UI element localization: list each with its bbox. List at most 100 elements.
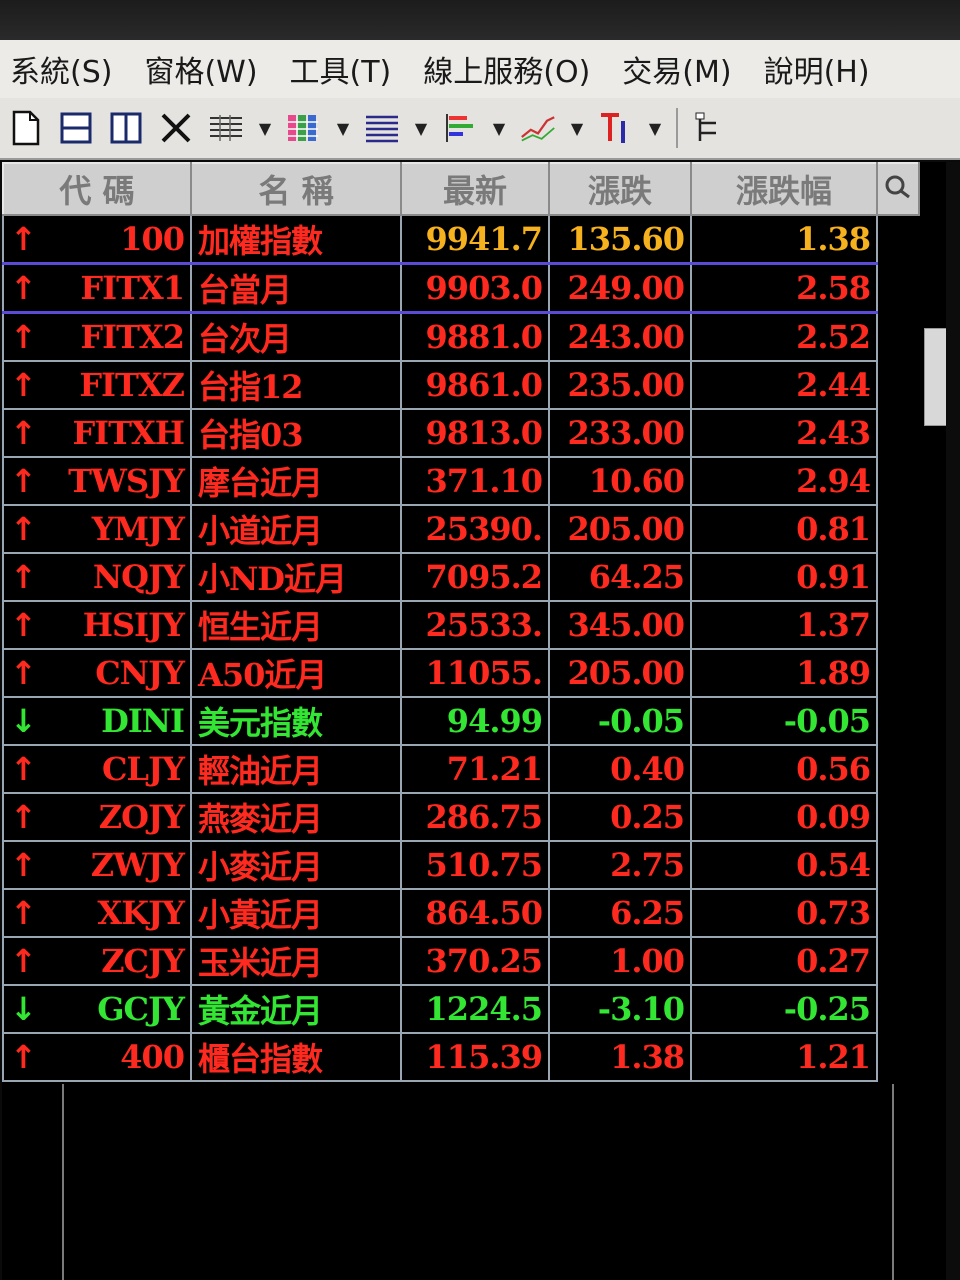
cell-code: ↓ GCJY — [2, 984, 192, 1034]
table-row[interactable]: ↑ ZOJY 燕麥近月 286.75 0.25 0.09 — [2, 792, 919, 842]
cell-change: 0.25 — [548, 792, 692, 842]
table-grid-icon[interactable] — [208, 108, 244, 148]
arrow-up-icon: ↑ — [10, 846, 37, 884]
table-row[interactable]: ↑ TWSJY 摩台近月 371.10 10.60 2.94 — [2, 456, 919, 506]
cell-pct: 1.37 — [690, 600, 878, 650]
cell-change: 235.00 — [548, 360, 692, 410]
bar-chart-icon[interactable] — [442, 108, 478, 148]
toolbar: ▼ ▼ ▼ ▼ ▼ ▼ — [0, 98, 960, 160]
cell-change: 205.00 — [548, 504, 692, 554]
cell-filler — [877, 505, 919, 553]
new-doc-icon[interactable] — [8, 108, 44, 148]
split-vertical-icon[interactable] — [108, 108, 144, 148]
table-row[interactable]: ↑ FITXH 台指03 9813.0 233.00 2.43 — [2, 408, 919, 458]
arrow-up-icon: ↑ — [10, 750, 37, 788]
right-panel-edge — [946, 162, 960, 1280]
close-x-icon[interactable] — [158, 108, 194, 148]
cell-pct: 0.54 — [690, 840, 878, 890]
menu-system[interactable]: 系統(S) — [0, 47, 134, 91]
header-change[interactable]: 漲跌 — [548, 162, 692, 216]
chevron-down-icon[interactable]: ▼ — [648, 108, 662, 148]
cell-name: 恒生近月 — [190, 600, 402, 650]
chevron-down-icon[interactable]: ▼ — [414, 108, 428, 148]
quote-table: 代 碼 名 稱 最新 漲跌 漲跌幅 ↑ 100 加權指數 9941.7 135.60 1.… — [2, 162, 920, 1082]
cell-code-text: CNJY — [95, 654, 185, 692]
cell-pct: 2.52 — [690, 311, 878, 362]
arrow-down-icon: ↓ — [10, 990, 37, 1028]
cell-code-text: GCJY — [97, 990, 185, 1028]
cell-last: 71.21 — [400, 744, 550, 794]
cell-code: ↑ 400 — [2, 1032, 192, 1082]
list-rows-icon[interactable] — [364, 108, 400, 148]
cell-code-text: HSIJY — [82, 606, 185, 644]
table-row[interactable]: ↑ HSIJY 恒生近月 25533. 345.00 1.37 — [2, 600, 919, 650]
header-pct[interactable]: 漲跌幅 — [690, 162, 878, 216]
cell-filler — [877, 889, 919, 937]
cell-name: 黃金近月 — [190, 984, 402, 1034]
cell-name: 台次月 — [190, 311, 402, 362]
chevron-down-icon[interactable]: ▼ — [258, 108, 272, 148]
header-name[interactable]: 名 稱 — [190, 162, 402, 216]
table-row[interactable]: ↑ 400 櫃台指數 115.39 1.38 1.21 — [2, 1032, 919, 1082]
table-row[interactable]: ↑ ZWJY 小麥近月 510.75 2.75 0.54 — [2, 840, 919, 890]
cell-code-text: 100 — [120, 220, 185, 258]
cell-code: ↑ CLJY — [2, 744, 192, 794]
cell-filler — [877, 553, 919, 601]
chevron-down-icon[interactable]: ▼ — [570, 108, 584, 148]
table-row[interactable]: ↑ XKJY 小黃近月 864.50 6.25 0.73 — [2, 888, 919, 938]
cell-last: 25390. — [400, 504, 550, 554]
cell-filler — [877, 745, 919, 793]
tree-icon[interactable] — [692, 108, 728, 148]
chevron-down-icon[interactable]: ▼ — [336, 108, 350, 148]
cell-code-text: XKJY — [97, 894, 185, 932]
menu-window[interactable]: 窗格(W) — [134, 47, 279, 91]
cell-last: 11055. — [400, 648, 550, 698]
cell-last: 9903.0 — [400, 262, 550, 314]
table-row[interactable]: ↓ GCJY 黃金近月 1224.5 -3.10 -0.25 — [2, 984, 919, 1034]
table-row[interactable]: ↑ 100 加權指數 9941.7 135.60 1.38 — [2, 214, 919, 265]
menu-trade[interactable]: 交易(M) — [612, 47, 753, 91]
table-row[interactable]: ↑ FITX1 台當月 9903.0 249.00 2.58 — [2, 262, 919, 314]
table-row[interactable]: ↑ CLJY 輕油近月 71.21 0.40 0.56 — [2, 744, 919, 794]
cell-change: 2.75 — [548, 840, 692, 890]
cell-filler — [877, 313, 919, 362]
arrow-up-icon: ↑ — [10, 269, 37, 307]
header-settings-button[interactable] — [876, 162, 920, 216]
cell-name: 小麥近月 — [190, 840, 402, 890]
cell-name: 台指03 — [190, 408, 402, 458]
cell-pct: 0.81 — [690, 504, 878, 554]
text-format-icon[interactable] — [598, 108, 634, 148]
table-row[interactable]: ↑ CNJY A50近月 11055. 205.00 1.89 — [2, 648, 919, 698]
cell-change: -3.10 — [548, 984, 692, 1034]
color-columns-icon[interactable] — [286, 108, 322, 148]
cell-change: 233.00 — [548, 408, 692, 458]
table-row[interactable]: ↑ ZCJY 玉米近月 370.25 1.00 0.27 — [2, 936, 919, 986]
cell-name: 台當月 — [190, 262, 402, 314]
cell-last: 9941.7 — [400, 214, 550, 265]
line-chart-icon[interactable] — [520, 108, 556, 148]
table-row[interactable]: ↑ YMJY 小道近月 25390. 205.00 0.81 — [2, 504, 919, 554]
vertical-scrollbar[interactable] — [924, 328, 948, 426]
header-last[interactable]: 最新 — [400, 162, 550, 216]
arrow-up-icon: ↑ — [10, 942, 37, 980]
cell-change: 205.00 — [548, 648, 692, 698]
split-horizontal-icon[interactable] — [58, 108, 94, 148]
menu-tools[interactable]: 工具(T) — [280, 47, 414, 91]
table-row[interactable]: ↑ FITX2 台次月 9881.0 243.00 2.52 — [2, 311, 919, 362]
menu-help[interactable]: 說明(H) — [754, 47, 892, 91]
table-row[interactable]: ↑ NQJY 小ND近月 7095.2 64.25 0.91 — [2, 552, 919, 602]
table-row[interactable]: ↑ FITXZ 台指12 9861.0 235.00 2.44 — [2, 360, 919, 410]
toolbar-separator — [676, 108, 678, 148]
cell-pct: 0.27 — [690, 936, 878, 986]
cell-filler — [877, 937, 919, 985]
chevron-down-icon[interactable]: ▼ — [492, 108, 506, 148]
cell-code-text: ZOJY — [98, 798, 185, 836]
menu-online-services[interactable]: 線上服務(O) — [413, 47, 612, 91]
header-code[interactable]: 代 碼 — [2, 162, 192, 216]
cell-filler — [877, 361, 919, 409]
cell-code: ↑ ZWJY — [2, 840, 192, 890]
cell-code-text: CLJY — [102, 750, 185, 788]
cell-last: 9813.0 — [400, 408, 550, 458]
table-row[interactable]: ↓ DINI 美元指數 94.99 -0.05 -0.05 — [2, 696, 919, 746]
cell-code-text: NQJY — [92, 558, 185, 596]
